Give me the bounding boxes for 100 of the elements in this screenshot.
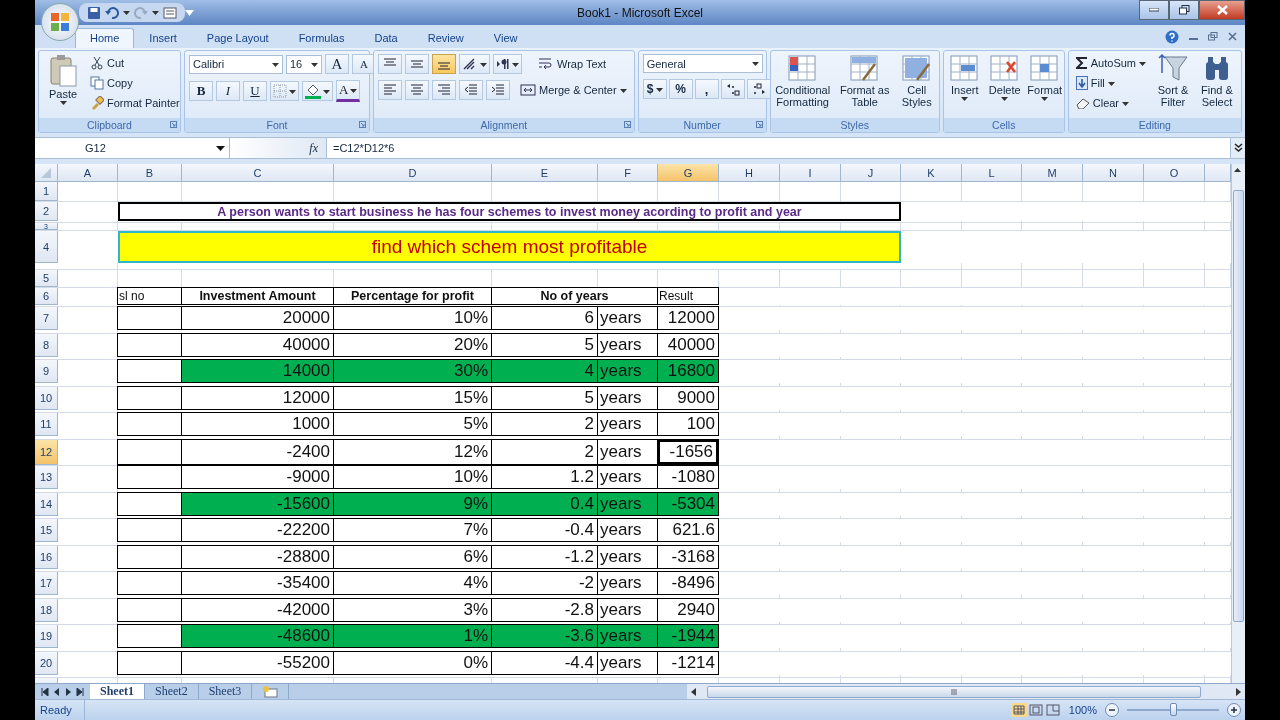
font-size-field[interactable]: 16 [286, 54, 322, 74]
row-header[interactable]: 9 [35, 360, 58, 384]
column-header[interactable]: M [1022, 164, 1083, 182]
column-header[interactable]: O [1144, 164, 1205, 182]
cells-button[interactable]: Insert [944, 54, 985, 115]
sheet-tab[interactable]: Sheet1 [90, 684, 145, 699]
format-painter-button[interactable]: Format Painter [87, 94, 183, 112]
font-color-button[interactable]: A [336, 80, 361, 102]
column-header[interactable]: G [658, 164, 719, 182]
align-center-button[interactable] [405, 80, 429, 100]
ribbon-tab[interactable]: Insert [134, 28, 192, 48]
paragraph-button[interactable] [493, 54, 522, 74]
column-header[interactable]: N [1083, 164, 1144, 182]
close-button[interactable] [1199, 0, 1245, 20]
decrease-indent-button[interactable] [459, 80, 483, 100]
insert-function-button[interactable]: fx [309, 140, 318, 156]
column-header[interactable]: L [962, 164, 1022, 182]
fill-button[interactable]: Fill [1072, 74, 1149, 92]
decrease-decimal-button[interactable] [746, 79, 771, 99]
percent-button[interactable]: % [668, 79, 693, 99]
column-header[interactable]: C [182, 164, 334, 182]
row-header[interactable]: 14 [35, 492, 58, 516]
increase-decimal-button[interactable] [720, 79, 745, 99]
styles-button[interactable]: Cell Styles [896, 54, 937, 115]
row-header[interactable]: 19 [35, 625, 58, 649]
column-header[interactable]: J [841, 164, 901, 182]
sort-filter-button[interactable]: Sort & Filter [1153, 54, 1193, 115]
align-right-button[interactable] [432, 80, 456, 100]
row-header[interactable]: 13 [35, 466, 58, 490]
formula-field[interactable]: =C12*D12*6 [327, 138, 1230, 158]
maximize-button[interactable] [1169, 0, 1199, 20]
borders-icon [273, 84, 287, 98]
ribbon-tab[interactable]: Data [359, 28, 413, 48]
copy-button[interactable]: Copy [87, 74, 183, 92]
align-button[interactable] [432, 54, 456, 74]
align-button[interactable] [405, 54, 429, 74]
row-header[interactable]: 2 [35, 202, 58, 221]
column-header[interactable]: A [58, 164, 118, 182]
increase-indent-button[interactable] [486, 80, 510, 100]
styles-button[interactable]: Format as Table [834, 54, 895, 115]
office-button[interactable] [41, 3, 79, 41]
paste-button[interactable]: Paste [43, 54, 83, 115]
column-header[interactable]: F [598, 164, 658, 182]
borders-button[interactable] [270, 81, 299, 101]
zoom-slider-thumb[interactable] [1170, 703, 1177, 716]
underline-button[interactable]: U [243, 81, 267, 101]
row-header[interactable]: 17 [35, 572, 58, 596]
clear-button[interactable]: Clear [1072, 94, 1149, 112]
column-header[interactable]: K [901, 164, 962, 182]
fill-color-button[interactable] [302, 81, 333, 101]
row-header[interactable]: 11 [35, 413, 58, 437]
autosum-button[interactable]: AutoSum [1072, 54, 1149, 72]
row-header[interactable]: 18 [35, 598, 58, 622]
minimize-button[interactable] [1139, 0, 1169, 20]
italic-button[interactable]: I [216, 81, 240, 101]
row-header[interactable]: 15 [35, 519, 58, 543]
shrink-font-button[interactable]: A [352, 54, 376, 74]
ribbon-tab[interactable]: View [478, 28, 533, 48]
row-header[interactable]: 16 [35, 545, 58, 569]
horizontal-scrollbar[interactable] [687, 684, 1245, 699]
zoom-level[interactable]: 100% [1068, 704, 1097, 716]
ribbon-tab[interactable]: Formulas [283, 28, 360, 48]
find-select-button[interactable]: Find & Select [1197, 54, 1237, 115]
styles-button[interactable]: Conditional Formatting [772, 54, 833, 115]
wrap-text-button[interactable]: Wrap Text [535, 55, 610, 73]
grow-font-button[interactable]: A [325, 54, 349, 74]
cells-button[interactable]: Delete [984, 54, 1025, 115]
row-header[interactable]: 20 [35, 651, 58, 675]
table-cell: 30% [333, 359, 492, 384]
column-header[interactable]: E [492, 164, 598, 182]
column-header[interactable]: D [334, 164, 492, 182]
merge-center-button[interactable]: Merge & Center [517, 81, 630, 99]
row-header[interactable]: 5 [35, 270, 58, 287]
orientation-button[interactable] [459, 54, 490, 74]
ribbon-tab[interactable]: Home [75, 28, 135, 48]
font-name-field[interactable]: Calibri [189, 54, 283, 74]
comma-button[interactable]: , [694, 79, 719, 99]
column-header[interactable] [1205, 164, 1231, 182]
bold-button[interactable]: B [189, 81, 213, 101]
column-header[interactable]: H [719, 164, 780, 182]
expand-formula-button[interactable] [1230, 138, 1245, 158]
column-header[interactable]: I [780, 164, 841, 182]
currency-button[interactable]: $ [642, 79, 667, 99]
align-left-button[interactable] [378, 80, 402, 100]
column-header[interactable]: B [118, 164, 182, 182]
row-header[interactable]: 4 [35, 231, 58, 263]
vertical-scrollbar[interactable] [1231, 164, 1245, 683]
select-all-button[interactable] [35, 164, 58, 182]
row-header[interactable]: 10 [35, 386, 58, 410]
row-header[interactable]: 6 [35, 288, 58, 305]
row-header[interactable]: 1 [35, 182, 58, 201]
row-header[interactable]: 12 [35, 439, 58, 465]
number-format-field[interactable]: General [642, 54, 763, 73]
row-header[interactable]: 7 [35, 307, 58, 331]
align-button[interactable] [378, 54, 402, 74]
cut-button[interactable]: Cut [87, 54, 183, 72]
ribbon-tab[interactable]: Page Layout [191, 28, 284, 48]
cells-button[interactable]: Format [1024, 54, 1065, 115]
ribbon-tab[interactable]: Review [412, 28, 479, 48]
row-header[interactable]: 8 [35, 333, 58, 357]
